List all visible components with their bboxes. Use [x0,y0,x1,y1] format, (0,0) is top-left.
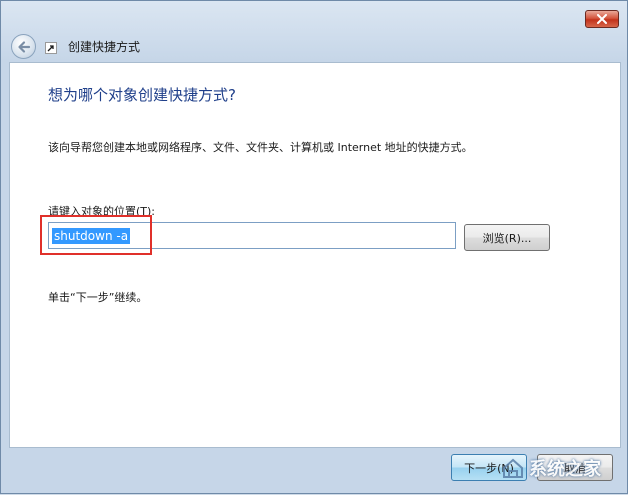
back-button[interactable] [11,34,36,59]
close-icon [597,14,607,24]
wizard-window: 创建快捷方式 想为哪个对象创建快捷方式? 该向导帮您创建本地或网络程序、文件、文… [0,0,628,494]
location-input[interactable]: shutdown -a [48,222,456,249]
watermark-text: 系统之家 [529,459,601,480]
close-button[interactable] [585,10,619,28]
site-watermark: 系统之家 [501,447,625,489]
location-label: 请键入对象的位置(T): [48,205,156,218]
browse-button[interactable]: 浏览(R)... [464,224,550,251]
window-title: 创建快捷方式 [68,40,141,54]
location-input-value: shutdown -a [52,227,131,244]
wizard-content: 想为哪个对象创建快捷方式? 该向导帮您创建本地或网络程序、文件、文件夹、计算机或… [9,62,621,448]
page-heading: 想为哪个对象创建快捷方式? [48,86,236,104]
continue-hint: 单击“下一步”继续。 [48,291,148,304]
page-description: 该向导帮您创建本地或网络程序、文件、文件夹、计算机或 Internet 地址的快… [48,141,473,154]
house-logo-icon [503,458,523,478]
back-arrow-icon [17,40,30,53]
shortcut-icon [45,42,57,54]
